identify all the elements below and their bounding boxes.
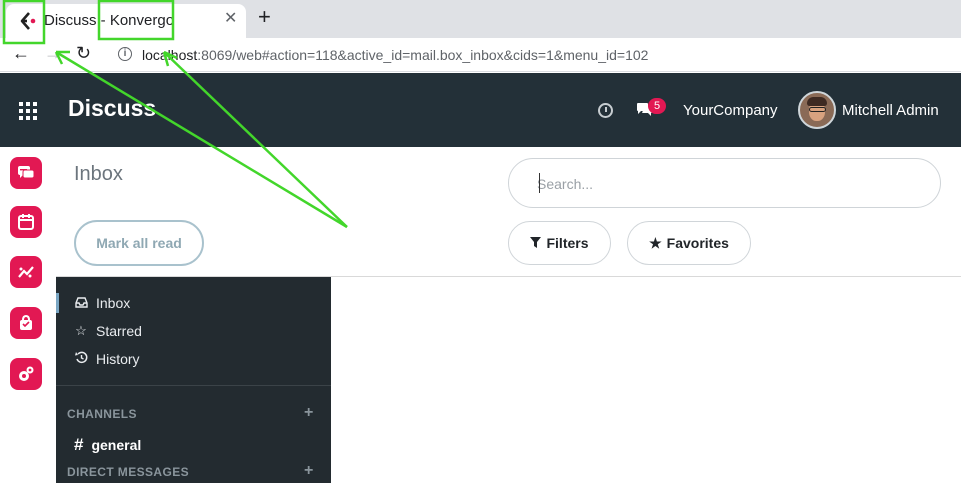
- sidebar-item-label: History: [96, 351, 140, 367]
- calendar-icon[interactable]: [10, 206, 42, 238]
- konvergo-logo-icon: [20, 12, 36, 30]
- favorites-label: Favorites: [666, 235, 729, 251]
- favorites-button[interactable]: ★ Favorites: [627, 221, 751, 265]
- app-menu-icon[interactable]: [19, 102, 37, 120]
- sales-icon[interactable]: [10, 307, 42, 339]
- back-icon[interactable]: ←: [12, 44, 30, 62]
- sidebar-item-label: Starred: [96, 323, 142, 339]
- app-navbar: Discuss 5 YourCompany Mitchell Admin: [0, 73, 961, 147]
- settings-icon[interactable]: [10, 358, 42, 390]
- screen: Discuss - Konvergo ✕ + ← → ↻ i localhost…: [0, 0, 961, 483]
- forward-icon[interactable]: →: [44, 44, 62, 62]
- filter-icon: [530, 235, 542, 251]
- user-avatar[interactable]: [798, 91, 836, 129]
- sidebar-divider: [56, 385, 331, 386]
- reload-icon[interactable]: ↻: [76, 44, 91, 62]
- user-menu[interactable]: Mitchell Admin: [842, 102, 939, 119]
- text-cursor: [539, 173, 540, 193]
- activity-clock-icon[interactable]: [598, 103, 613, 118]
- message-count-badge: 5: [648, 98, 666, 114]
- star-icon: ★: [649, 234, 662, 251]
- browser-toolbar: ← → ↻ i localhost:8069/web#action=118&ac…: [0, 38, 961, 72]
- close-tab-icon[interactable]: ✕: [224, 11, 237, 27]
- sidebar-item-label: Inbox: [96, 295, 131, 311]
- sidebar-item-starred[interactable]: ☆ Starred: [74, 323, 142, 339]
- browser-tab-strip: Discuss - Konvergo ✕ +: [0, 0, 961, 38]
- browser-tab[interactable]: Discuss - Konvergo ✕: [6, 4, 246, 38]
- sidebar-item-inbox[interactable]: Inbox: [74, 295, 130, 311]
- url-host: localhost: [142, 47, 198, 63]
- tab-title: Discuss - Konvergo: [44, 12, 175, 29]
- active-indicator: [56, 293, 59, 313]
- search-box[interactable]: [508, 158, 941, 208]
- add-channel-icon[interactable]: +: [304, 404, 313, 422]
- discuss-icon[interactable]: [10, 157, 42, 189]
- message-thread-area: [331, 277, 961, 483]
- direct-messages-header[interactable]: DIRECT MESSAGES: [67, 465, 189, 479]
- channel-label: general: [91, 437, 142, 453]
- search-input[interactable]: [537, 173, 917, 195]
- apps-sidebar: [0, 147, 56, 483]
- url-path: :8069/web#action=118&active_id=mail.box_…: [197, 47, 649, 63]
- history-icon: [74, 351, 88, 367]
- mark-all-read-button[interactable]: Mark all read: [74, 220, 204, 266]
- hash-icon: #: [74, 435, 84, 454]
- filters-button[interactable]: Filters: [508, 221, 611, 265]
- discuss-sidebar: Inbox ☆ Starred History CHANNELS + # gen…: [56, 277, 331, 483]
- new-tab-button[interactable]: +: [258, 6, 271, 28]
- filters-label: Filters: [546, 235, 589, 251]
- control-panel: Inbox Mark all read Filters ★ Favorites: [56, 147, 961, 277]
- breadcrumb: Inbox: [74, 163, 123, 185]
- add-direct-message-icon[interactable]: +: [304, 462, 313, 480]
- address-bar[interactable]: localhost:8069/web#action=118&active_id=…: [142, 47, 648, 63]
- channel-item-general[interactable]: # general: [74, 435, 141, 455]
- company-switcher[interactable]: YourCompany: [683, 102, 778, 119]
- app-title[interactable]: Discuss: [68, 95, 156, 122]
- site-info-icon[interactable]: i: [118, 47, 132, 61]
- sidebar-item-history[interactable]: History: [74, 351, 140, 367]
- star-outline-icon: ☆: [75, 323, 87, 338]
- crm-icon[interactable]: [10, 256, 42, 288]
- inbox-icon: [74, 296, 88, 311]
- channels-header[interactable]: CHANNELS: [67, 407, 137, 421]
